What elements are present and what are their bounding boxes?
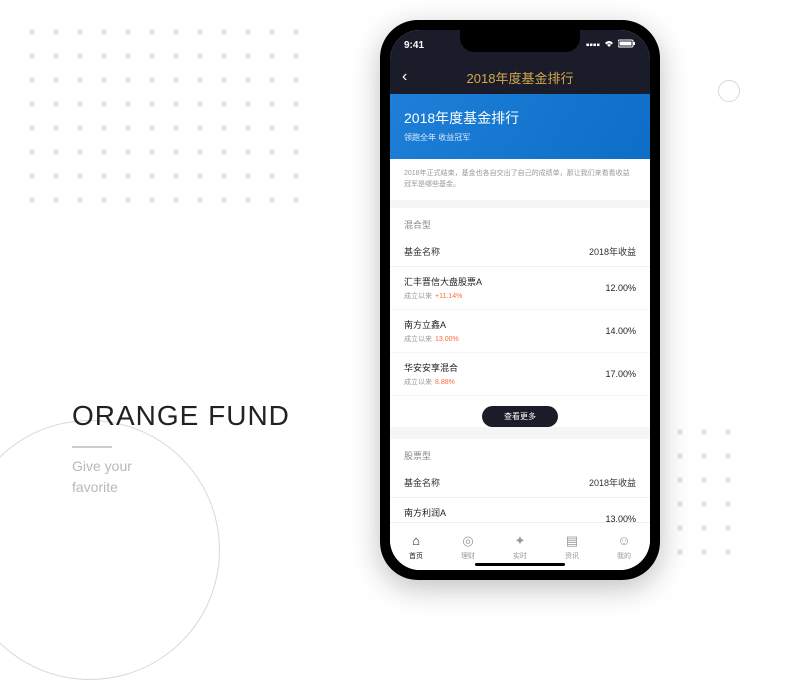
col-name: 基金名称 (404, 476, 440, 489)
decorative-dots-top (20, 20, 300, 220)
fund-row[interactable]: 南方立鑫A 成立以来13.00% 14.00% (390, 310, 650, 353)
tab-label: 资讯 (565, 551, 579, 561)
fund-name: 汇丰晋信大盘股票A (404, 275, 482, 288)
fund-return: 17.00% (605, 369, 636, 379)
description-text: 2018年正式结束，基金也各自交出了自己的成绩单，那让我们来看看收益冠军是哪些基… (390, 159, 650, 200)
fund-since: 成立以来13.00% (404, 334, 459, 344)
tab-label: 首页 (409, 551, 423, 561)
title-rule (72, 446, 112, 448)
fund-return: 14.00% (605, 326, 636, 336)
page-title: ORANGE FUND (72, 400, 290, 432)
tab-label: 实时 (513, 551, 527, 561)
tab-bar: ⌂ 首页 ◎ 理财 ✦ 实时 ▤ 资讯 ☺ 我的 (390, 522, 650, 570)
table-header: 基金名称 2018年收益 (390, 237, 650, 267)
finance-icon: ◎ (460, 533, 476, 549)
phone-frame: 9:41 ▪▪▪▪ ‹ 2018年度基金排行 2018年度基金排行 领跑全年 收… (380, 20, 660, 580)
phone-notch (460, 30, 580, 52)
news-icon: ▤ (564, 533, 580, 549)
nav-bar: ‹ 2018年度基金排行 (390, 60, 650, 94)
table-header: 基金名称 2018年收益 (390, 468, 650, 498)
section-stock: 股票型 基金名称 2018年收益 南方利润A 成立以来12.00% 13.00%… (390, 439, 650, 522)
section-title: 混合型 (390, 208, 650, 237)
status-time: 9:41 (404, 40, 424, 51)
back-button[interactable]: ‹ (402, 68, 407, 86)
fund-name: 华安安享混合 (404, 361, 458, 374)
nav-title: 2018年度基金排行 (467, 68, 574, 87)
home-indicator (475, 563, 565, 566)
content-scroll[interactable]: 2018年度基金排行 领跑全年 收益冠军 2018年正式结束，基金也各自交出了自… (390, 94, 650, 522)
wifi-icon (603, 39, 615, 51)
fund-name: 南方立鑫A (404, 318, 459, 331)
fund-name: 南方利润A (404, 506, 459, 519)
fund-since: 成立以来8.88% (404, 377, 458, 387)
col-return: 2018年收益 (589, 476, 636, 489)
page-title-block: ORANGE FUND Give your favorite (72, 400, 290, 498)
home-icon: ⌂ (408, 533, 424, 549)
page-subtitle: Give your favorite (72, 456, 290, 498)
banner-title: 2018年度基金排行 (404, 108, 636, 128)
hero-banner: 2018年度基金排行 领跑全年 收益冠军 (390, 94, 650, 159)
fund-return: 13.00% (605, 514, 636, 522)
realtime-icon: ✦ (512, 533, 528, 549)
view-more-button[interactable]: 查看更多 (482, 406, 558, 427)
tab-label: 我的 (617, 551, 631, 561)
fund-row[interactable]: 南方利润A 成立以来12.00% 13.00% (390, 498, 650, 522)
tab-mine[interactable]: ☺ 我的 (598, 523, 650, 570)
banner-subtitle: 领跑全年 收益冠军 (404, 132, 636, 143)
description-card: 2018年正式结束，基金也各自交出了自己的成绩单，那让我们来看看收益冠军是哪些基… (390, 159, 650, 200)
signal-icon: ▪▪▪▪ (586, 40, 600, 51)
fund-row[interactable]: 汇丰晋信大盘股票A 成立以来+11.14% 12.00% (390, 267, 650, 310)
fund-row[interactable]: 华安安享混合 成立以来8.88% 17.00% (390, 353, 650, 396)
fund-since: 成立以来+11.14% (404, 291, 482, 301)
section-mixed: 混合型 基金名称 2018年收益 汇丰晋信大盘股票A 成立以来+11.14% 1… (390, 208, 650, 427)
user-icon: ☺ (616, 533, 632, 549)
phone-screen: 9:41 ▪▪▪▪ ‹ 2018年度基金排行 2018年度基金排行 领跑全年 收… (390, 30, 650, 570)
section-title: 股票型 (390, 439, 650, 468)
col-return: 2018年收益 (589, 245, 636, 258)
battery-icon (618, 39, 636, 51)
tab-label: 理财 (461, 551, 475, 561)
fund-return: 12.00% (605, 283, 636, 293)
col-name: 基金名称 (404, 245, 440, 258)
decorative-ring-small (718, 80, 740, 102)
tab-home[interactable]: ⌂ 首页 (390, 523, 442, 570)
